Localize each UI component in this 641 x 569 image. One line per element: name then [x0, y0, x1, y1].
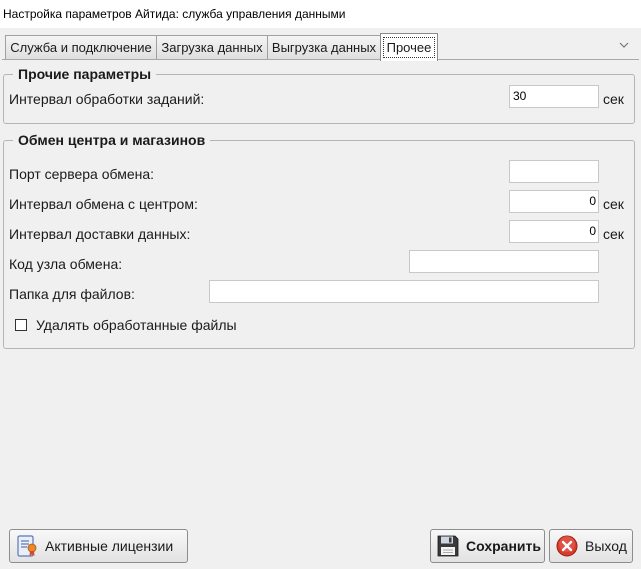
- tab-data-unload[interactable]: Выгрузка данных: [267, 35, 381, 60]
- task-interval-label: Интервал обработки заданий:: [9, 91, 205, 107]
- tab-label: Выгрузка данных: [271, 40, 377, 55]
- tab-label: Загрузка данных: [161, 40, 263, 55]
- tab-label: Прочее: [382, 37, 436, 58]
- group-legend: Обмен центра и магазинов: [13, 132, 211, 149]
- port-label: Порт сервера обмена:: [9, 166, 155, 182]
- folder-label: Папка для файлов:: [9, 286, 135, 302]
- tab-other[interactable]: Прочее: [380, 33, 438, 61]
- tab-label: Служба и подключение: [10, 40, 152, 55]
- task-interval-unit: сек: [603, 91, 624, 107]
- center-interval-unit: сек: [603, 196, 624, 212]
- chevron-down-icon[interactable]: [619, 40, 629, 50]
- button-label: Сохранить: [466, 538, 541, 554]
- floppy-disk-icon: [437, 535, 459, 557]
- task-interval-input[interactable]: 30: [509, 85, 599, 108]
- window-title: Настройка параметров Айтида: служба упра…: [0, 0, 641, 28]
- folder-input[interactable]: [209, 280, 599, 303]
- exchange-group: Обмен центра и магазинов Порт сервера об…: [3, 132, 635, 349]
- button-label: Выход: [585, 538, 627, 554]
- exit-button[interactable]: Выход: [549, 529, 633, 563]
- port-input[interactable]: [509, 160, 599, 183]
- node-code-label: Код узла обмена:: [9, 256, 123, 272]
- group-legend: Прочие параметры: [13, 66, 157, 83]
- delivery-interval-label: Интервал доставки данных:: [9, 226, 191, 242]
- save-button[interactable]: Сохранить: [430, 529, 545, 563]
- node-code-input[interactable]: [409, 250, 599, 273]
- center-interval-label: Интервал обмена с центром:: [9, 196, 198, 212]
- tab-strip: Служба и подключение Загрузка данных Выг…: [0, 28, 641, 61]
- tab-panel-border: [2, 59, 639, 60]
- delivery-interval-input[interactable]: 0: [509, 220, 599, 243]
- button-label: Активные лицензии: [45, 538, 174, 554]
- tab-data-load[interactable]: Загрузка данных: [156, 35, 268, 60]
- center-interval-input[interactable]: 0: [509, 190, 599, 213]
- delete-files-label[interactable]: Удалять обработанные файлы: [36, 316, 237, 334]
- active-licenses-button[interactable]: Активные лицензии: [9, 529, 188, 563]
- delivery-interval-unit: сек: [603, 226, 624, 242]
- delete-files-checkbox[interactable]: [15, 319, 27, 331]
- other-params-group: Прочие параметры Интервал обработки зада…: [3, 66, 635, 124]
- tab-service-connection[interactable]: Служба и подключение: [5, 35, 157, 60]
- license-document-icon: [17, 535, 37, 557]
- close-circle-icon: [556, 535, 578, 557]
